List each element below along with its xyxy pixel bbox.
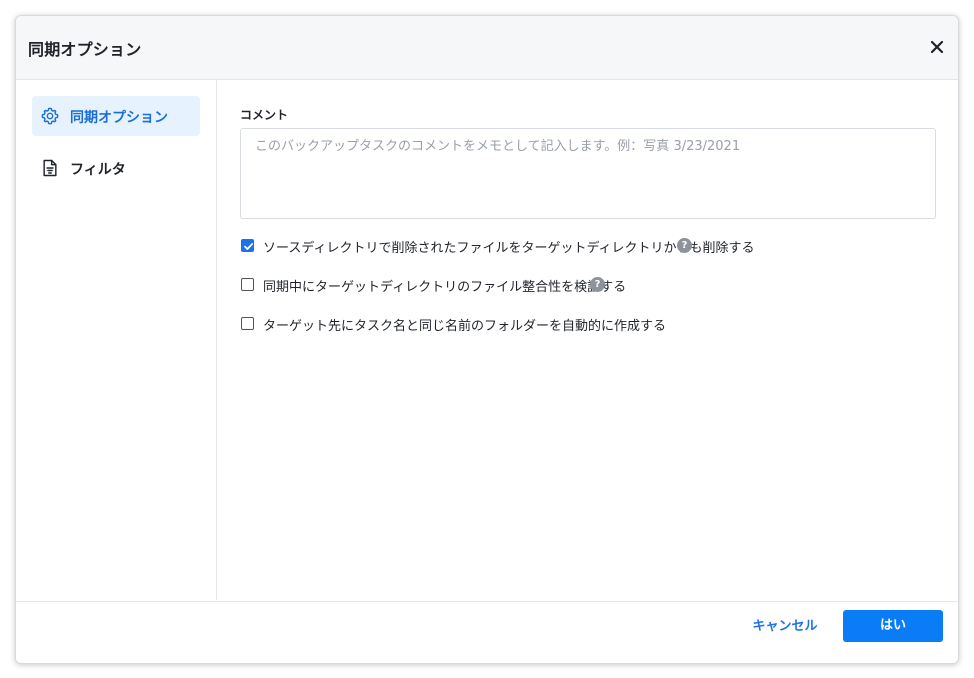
help-icon[interactable]: ? [677,238,692,253]
checkbox-unchecked[interactable] [241,317,254,330]
comment-input[interactable] [240,128,936,219]
sidebar: 同期オプション フィルタ [16,80,217,600]
ok-button[interactable]: はい [843,610,943,642]
checkmark-icon [244,243,254,250]
dialog-footer: キャンセル はい [16,601,958,663]
document-filter-icon [40,158,60,178]
comment-label: コメント [240,108,289,122]
gear-icon [40,106,60,126]
close-button[interactable] [926,36,948,58]
option-label: ターゲット先にタスク名と同じ名前のフォルダーを自動的に作成する [263,319,667,334]
cancel-button[interactable]: キャンセル [746,611,824,643]
sidebar-item-sync-options[interactable]: 同期オプション [32,96,200,136]
options-panel: コメント ソースディレクトリで削除されたファイルをターゲットディレクトリからも削… [217,80,958,600]
option-label: 同期中にターゲットディレクトリのファイル整合性を検証する [263,280,627,295]
sidebar-item-filter[interactable]: フィルタ [32,148,200,188]
sync-options-dialog: 同期オプション 同期オプション フィルタ コメント このバックアップタスクのコメ… [15,15,959,664]
dialog-header: 同期オプション [16,16,958,80]
checkbox-unchecked[interactable] [241,278,254,291]
dialog-title: 同期オプション [28,40,142,59]
sidebar-item-label: 同期オプション [70,110,168,126]
sidebar-item-label: フィルタ [70,162,126,178]
close-icon [930,40,944,54]
checkbox-checked[interactable] [241,239,254,252]
help-icon[interactable]: ? [590,277,605,292]
